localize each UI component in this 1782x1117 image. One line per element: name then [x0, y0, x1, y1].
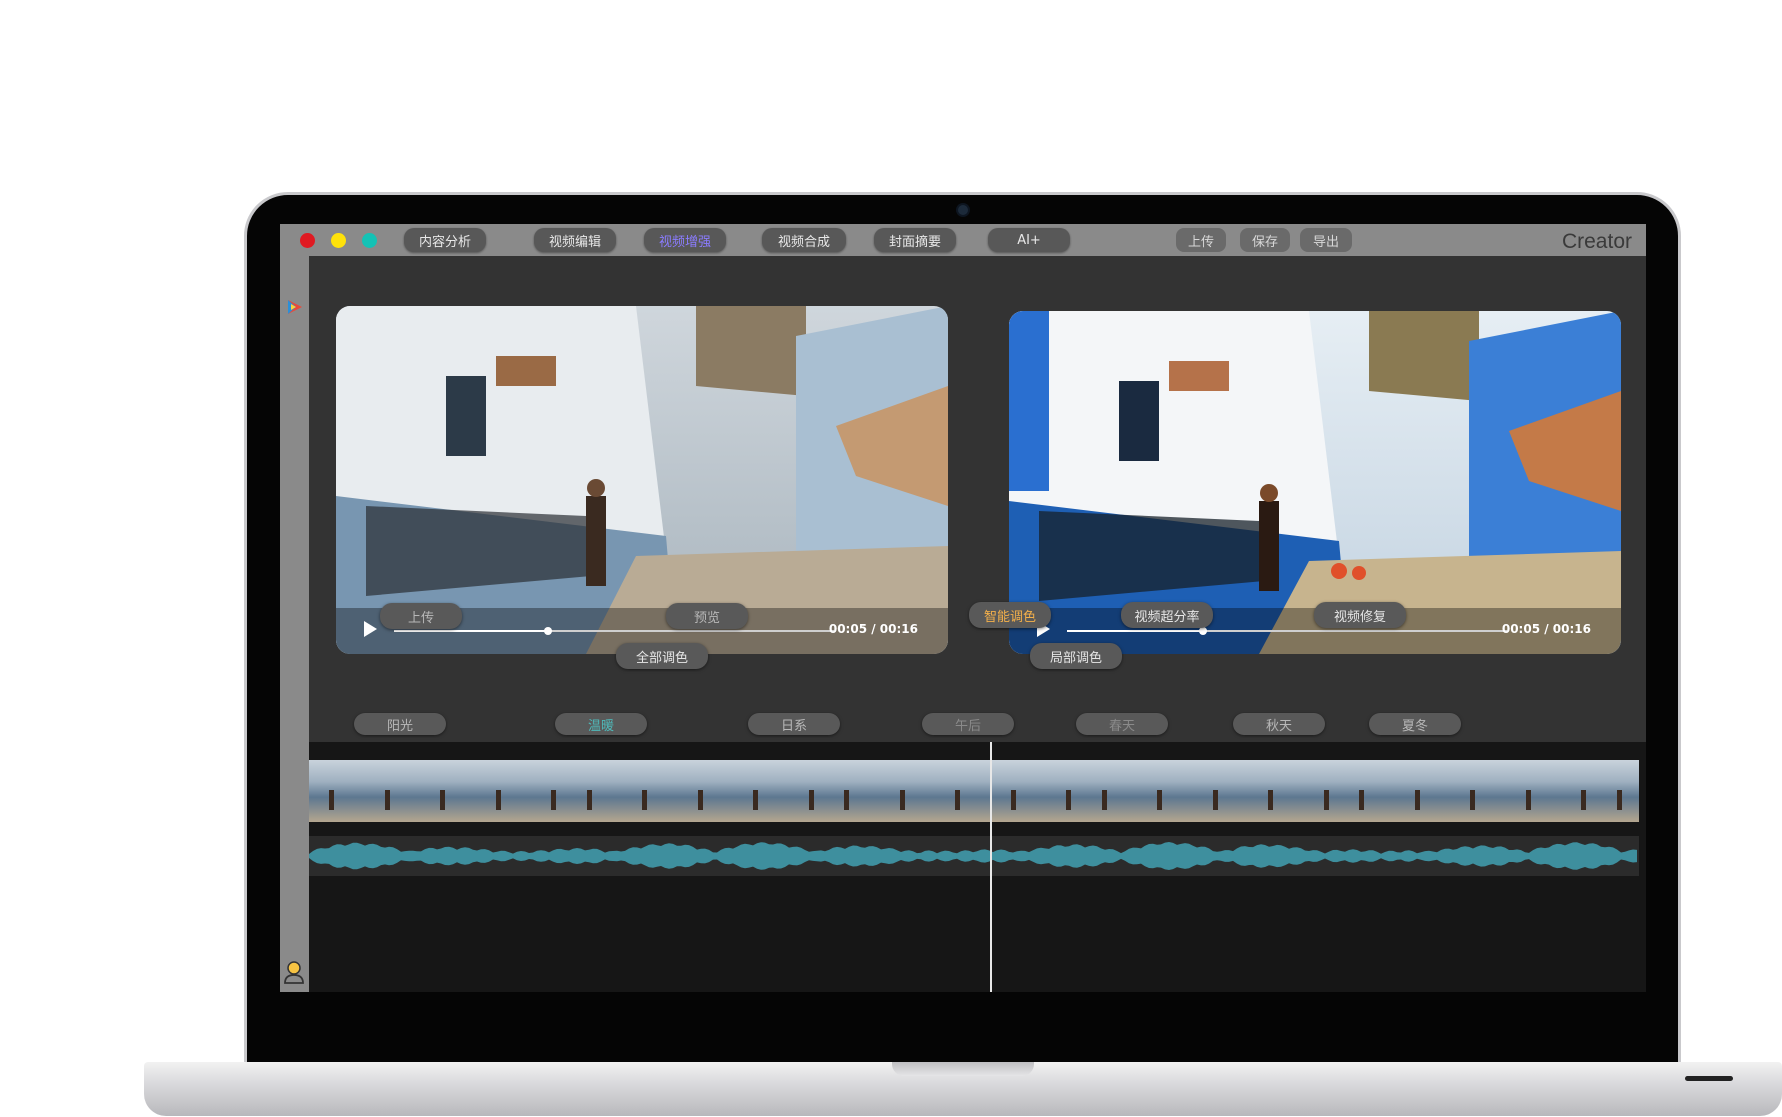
filmstrip-frame [875, 760, 929, 822]
brand-name: Creator [1561, 230, 1632, 253]
preset-japanese[interactable]: 日系 [748, 713, 840, 735]
filmstrip-frame [463, 760, 517, 822]
preset-summer-winter[interactable]: 夏冬 [1369, 713, 1461, 735]
filmstrip-frame [669, 760, 723, 822]
filmstrip-frame [1390, 760, 1444, 822]
filmstrip-frame [1596, 760, 1639, 822]
enhanced-time-display: 00:05 / 00:16 [1501, 622, 1591, 636]
enhanced-progress-track[interactable] [1067, 627, 1507, 635]
upload-video-button[interactable]: 上传 [380, 603, 462, 629]
filmstrip-frame [309, 760, 362, 822]
timeline-playhead[interactable] [990, 742, 992, 992]
original-progress-handle[interactable] [544, 627, 552, 635]
original-video-frame [336, 306, 948, 654]
tab-content-analysis[interactable]: 内容分析 [404, 228, 486, 252]
original-progress-fill [394, 630, 548, 632]
maximize-window-button[interactable] [362, 233, 377, 248]
title-bar: 内容分析 视频编辑 视频增强 视频合成 封面摘要 AI+ 上传 保存 导出 Cr… [280, 224, 1646, 256]
filmstrip-frame [824, 760, 877, 822]
filmstrip-frame [360, 760, 414, 822]
original-time-display: 00:05 / 00:16 [828, 622, 918, 636]
original-progress-track[interactable] [394, 627, 834, 635]
export-button[interactable]: 导出 [1300, 228, 1352, 252]
filmstrip-frame [1184, 760, 1238, 822]
filmstrip-frame [412, 760, 465, 822]
filmstrip-frame [721, 760, 774, 822]
filmstrip-frame [772, 760, 826, 822]
preset-sunshine[interactable]: 阳光 [354, 713, 446, 735]
filmstrip-frame [1030, 760, 1083, 822]
close-window-button[interactable] [300, 233, 315, 248]
preset-afternoon[interactable]: 午后 [922, 713, 1014, 735]
filmstrip-frame [618, 760, 671, 822]
filmstrip-frame [1545, 760, 1598, 822]
preset-autumn[interactable]: 秋天 [1233, 713, 1325, 735]
upload-button[interactable]: 上传 [1176, 228, 1226, 252]
filmstrip-frame [1287, 760, 1341, 822]
original-video-player[interactable]: 00:05 / 00:16 [336, 306, 948, 654]
enhanced-progress-fill [1067, 630, 1204, 632]
minimize-window-button[interactable] [331, 233, 346, 248]
enhanced-video-player[interactable]: 00:05 / 00:16 [1009, 311, 1621, 654]
filmstrip-frame [978, 760, 1032, 822]
app-window: 内容分析 视频编辑 视频增强 视频合成 封面摘要 AI+ 上传 保存 导出 Cr… [280, 224, 1646, 992]
waveform-graphic [309, 842, 1637, 870]
tab-cover-summary[interactable]: 封面摘要 [874, 228, 956, 252]
filmstrip-frame [1493, 760, 1547, 822]
filmstrip-frame [927, 760, 980, 822]
tab-video-compose[interactable]: 视频合成 [762, 228, 846, 252]
local-grade-button[interactable]: 局部调色 [1030, 643, 1122, 669]
app-logo-icon[interactable] [286, 298, 304, 316]
filmstrip-frame [1339, 760, 1392, 822]
preset-warm[interactable]: 温暖 [555, 713, 647, 735]
tab-ai-plus[interactable]: AI+ [988, 228, 1070, 252]
enhanced-video-frame [1009, 311, 1621, 654]
timeline[interactable] [309, 742, 1646, 992]
super-resolution-button[interactable]: 视频超分率 [1121, 602, 1213, 628]
filmstrip-frame [1442, 760, 1495, 822]
sidebar [280, 256, 309, 992]
enhanced-progress-handle[interactable] [1199, 627, 1208, 635]
filmstrip-frame [1081, 760, 1135, 822]
global-grade-button[interactable]: 全部调色 [616, 643, 708, 669]
tab-video-enhance[interactable]: 视频增强 [644, 228, 726, 252]
preset-spring[interactable]: 春天 [1076, 713, 1168, 735]
smart-grade-button[interactable]: 智能调色 [969, 602, 1051, 628]
filmstrip-frame [566, 760, 620, 822]
user-avatar-icon[interactable] [283, 960, 305, 984]
laptop-notch [892, 1062, 1034, 1076]
audio-waveform[interactable] [309, 836, 1639, 876]
laptop-slot [1685, 1076, 1733, 1081]
preview-button[interactable]: 预览 [666, 603, 748, 629]
tab-video-edit[interactable]: 视频编辑 [534, 228, 616, 252]
filmstrip-frame [1236, 760, 1289, 822]
save-button[interactable]: 保存 [1240, 228, 1290, 252]
filmstrip-frame [1133, 760, 1186, 822]
waveform-shape [309, 842, 1637, 870]
camera-icon [958, 205, 968, 215]
video-filmstrip[interactable] [309, 760, 1639, 822]
filmstrip-frame [515, 760, 568, 822]
video-repair-button[interactable]: 视频修复 [1314, 602, 1406, 628]
play-icon[interactable] [364, 621, 377, 637]
